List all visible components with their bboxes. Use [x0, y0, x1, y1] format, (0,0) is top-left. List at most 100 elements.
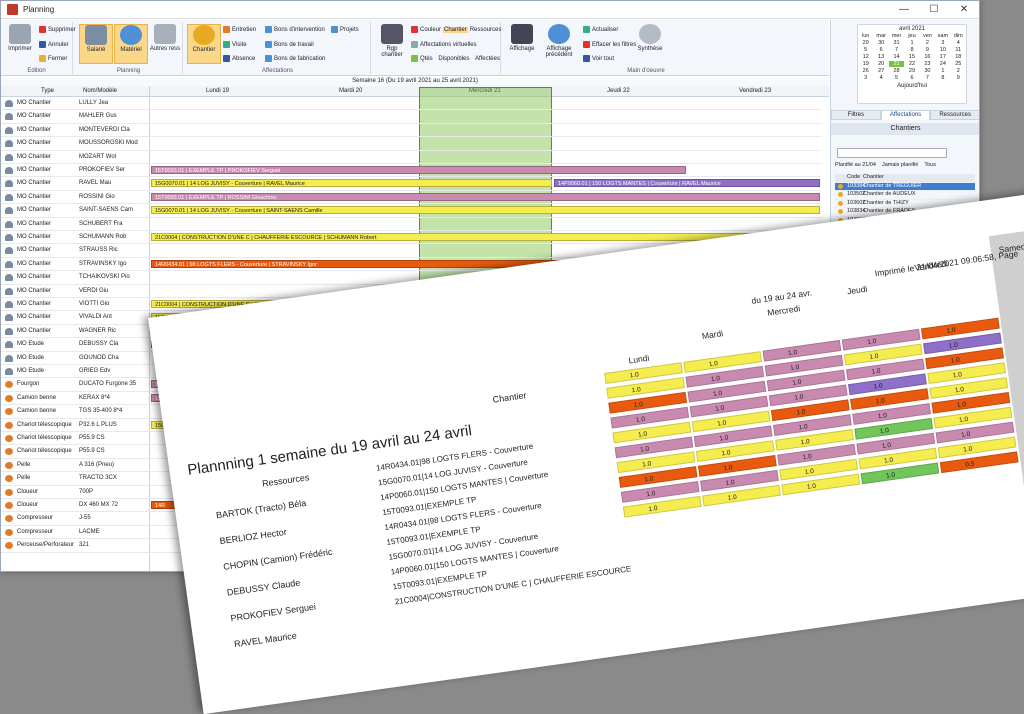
filter-planifie-radio[interactable]: Planifié au 21/04 [835, 162, 876, 168]
calendar-day[interactable]: 8 [904, 47, 919, 53]
calendar-day[interactable]: 6 [873, 47, 888, 53]
cancel-button[interactable]: Annuler [39, 41, 69, 48]
calendar-day[interactable]: 17 [935, 54, 950, 60]
affectations-virtuelles-toggle[interactable]: Affectations virtuelles [411, 41, 477, 48]
chantier-button[interactable]: Chantier [187, 24, 221, 64]
calendar-day[interactable]: 7 [920, 75, 935, 81]
resource-row[interactable]: MO Chantier SAINT-SAENS Cam 15G0070.01 | 1… [1, 204, 821, 218]
projets-button[interactable]: Projets [331, 26, 359, 33]
calendar-day[interactable]: 3 [935, 40, 950, 46]
assignment-bar[interactable]: 15T0093.01 | EXEMPLE TP | ROSSINI Gioach… [151, 192, 820, 201]
affichage-precedent-button[interactable]: Affichage précédent [539, 24, 579, 64]
resource-row[interactable]: MO Chantier ROSSINI Gio 15T0093.01 | EXEMP… [1, 191, 821, 205]
calendar-day[interactable]: 26 [858, 68, 873, 74]
calendar-day[interactable]: 19 [858, 61, 873, 67]
print-button[interactable]: Imprimer [3, 24, 37, 64]
resource-row[interactable]: MO Chantier PROKOFIEV Ser 15T0093.01 | EXE… [1, 164, 821, 178]
bons-travail-button[interactable]: Bons de travail [265, 41, 314, 48]
calendar-day[interactable]: 16 [920, 54, 935, 60]
autres-ress-button[interactable]: Autres ress [148, 24, 182, 64]
calendar-day[interactable]: 14 [889, 54, 904, 60]
calendar-day[interactable]: 24 [935, 61, 950, 67]
calendar-day[interactable]: 27 [873, 68, 888, 74]
resource-row[interactable]: MO Chantier MAHLER Gus [1, 110, 821, 124]
calendar-day[interactable]: 12 [858, 54, 873, 60]
salarie-button[interactable]: Salarié [79, 24, 113, 64]
calendar-day[interactable]: 22 [904, 61, 919, 67]
col-type[interactable]: Type [41, 88, 54, 94]
maximize-button[interactable]: ☐ [919, 4, 949, 15]
materiel-button[interactable]: Matériel [114, 24, 148, 64]
resource-row[interactable]: MO Chantier MOZART Wol [1, 151, 821, 164]
absence-button[interactable]: Absence [223, 55, 255, 62]
calendar-day[interactable]: 5 [889, 75, 904, 81]
affichage-button[interactable]: Affichage [505, 24, 539, 64]
col-chantier[interactable]: Chantier [863, 174, 975, 182]
resource-row[interactable]: MO Chantier LULLY Jea [1, 97, 821, 111]
calendar-day[interactable]: 1 [904, 40, 919, 46]
assignment-bar[interactable]: 15G0070.01 | 14 LOG JUVISY - Couverture … [151, 179, 552, 188]
calendar-day[interactable]: 4 [951, 40, 966, 46]
calendar-day[interactable]: 21 [888, 61, 905, 67]
calendar-day[interactable]: 15 [904, 54, 919, 60]
tab-affectations[interactable]: Affectations [880, 110, 931, 120]
calendar-day[interactable]: 25 [951, 61, 966, 67]
calendar-day[interactable]: 29 [904, 68, 919, 74]
calendar-day[interactable]: 5 [858, 47, 873, 53]
close-button[interactable]: ✕ [949, 4, 979, 15]
chantier-row[interactable]: 103384 Chantier de TREGUIER [835, 182, 975, 192]
chantier-color-toggle[interactable]: Chantier [443, 26, 468, 33]
tab-ressources[interactable]: Ressources [930, 110, 979, 120]
resource-row[interactable]: MO Chantier RAVEL Mau 15G0070.01 | 14 LOG … [1, 177, 821, 191]
close-file-button[interactable]: Fermer [39, 55, 67, 62]
calendar-day[interactable]: 6 [904, 75, 919, 81]
calendar-day[interactable]: 20 [873, 61, 888, 67]
filter-jamais-radio[interactable]: Jamais planifié [882, 162, 918, 168]
calendar-day[interactable]: 8 [935, 75, 950, 81]
calendar-day[interactable]: 30 [920, 68, 935, 74]
resource-row[interactable]: MO Chantier SCHUBERT Fra [1, 218, 821, 231]
calendar-day[interactable]: 10 [935, 47, 950, 53]
today-link[interactable]: Aujourd'hui [858, 83, 966, 89]
visite-button[interactable]: Visite [223, 41, 247, 48]
entretien-button[interactable]: Entretien [223, 26, 256, 33]
rgp-chantier-button[interactable]: Rgp chantier [375, 24, 409, 64]
resource-row[interactable]: MO Chantier MOUSSORGSKI Mod [1, 137, 821, 151]
bons-fabrication-button[interactable]: Bons de fabrication [265, 55, 325, 62]
calendar-day[interactable]: 3 [858, 75, 873, 81]
calendar-day[interactable]: 29 [858, 40, 873, 46]
mini-calendar[interactable]: avril 2021 lun mar mer jeu ven sam dim 29 30 31 1 2… [857, 24, 967, 104]
calendar-day[interactable]: 7 [889, 47, 904, 53]
quantities-toggle[interactable]: Qtés Disponibles Affectées [411, 55, 500, 62]
calendar-day[interactable]: 28 [889, 68, 904, 74]
actualiser-button[interactable]: Actualiser [583, 26, 618, 33]
calendar-day[interactable]: 11 [951, 47, 966, 53]
bons-intervention-button[interactable]: Bons d'intervention [265, 26, 325, 33]
calendar-day[interactable]: 2 [920, 40, 935, 46]
calendar-grid[interactable]: lun mar mer jeu ven sam dim 29 30 31 1 2 3 4 5 6 7 8 9 10 11… [858, 33, 966, 81]
synthese-button[interactable]: Synthèse [633, 24, 667, 64]
filter-tous-radio[interactable]: Tous [924, 162, 936, 168]
col-name[interactable]: Nom/Modèle [83, 88, 117, 94]
resource-row[interactable]: MO Chantier MONTEVERDI Cla [1, 124, 821, 138]
calendar-day[interactable]: 18 [951, 54, 966, 60]
chantier-row[interactable]: 103502 Chantier de AUDEUX [835, 191, 975, 200]
tab-filtres[interactable]: Filtres [831, 110, 881, 120]
calendar-day[interactable]: 9 [920, 47, 935, 53]
effacer-filtres-button[interactable]: Effacer les filtres [583, 41, 636, 48]
calendar-day[interactable]: 2 [951, 68, 966, 74]
calendar-day[interactable]: 23 [920, 61, 935, 67]
assignment-bar[interactable]: 15G0070.01 | 14 LOG JUVISY - Couverture … [151, 206, 820, 215]
ressources-color-toggle[interactable]: Ressources [470, 27, 502, 33]
calendar-day[interactable]: 4 [873, 75, 888, 81]
chantier-search-input[interactable] [837, 148, 947, 158]
calendar-day[interactable]: 9 [951, 75, 966, 81]
calendar-day[interactable]: 31 [889, 40, 904, 46]
couleur-toggle[interactable]: Couleur Chantier Ressources [411, 26, 501, 33]
assignment-bar[interactable]: 15T0093.01 | EXEMPLE TP | PROKOFIEV Serg… [151, 166, 686, 174]
assignment-bar[interactable]: 14P0060.01 | 150 LOGTS MANTES | Couvertu… [554, 179, 820, 188]
calendar-day[interactable]: 13 [873, 54, 888, 60]
calendar-day[interactable]: 1 [935, 68, 950, 74]
calendar-day[interactable]: 30 [873, 40, 888, 46]
minimize-button[interactable]: — [889, 4, 919, 15]
